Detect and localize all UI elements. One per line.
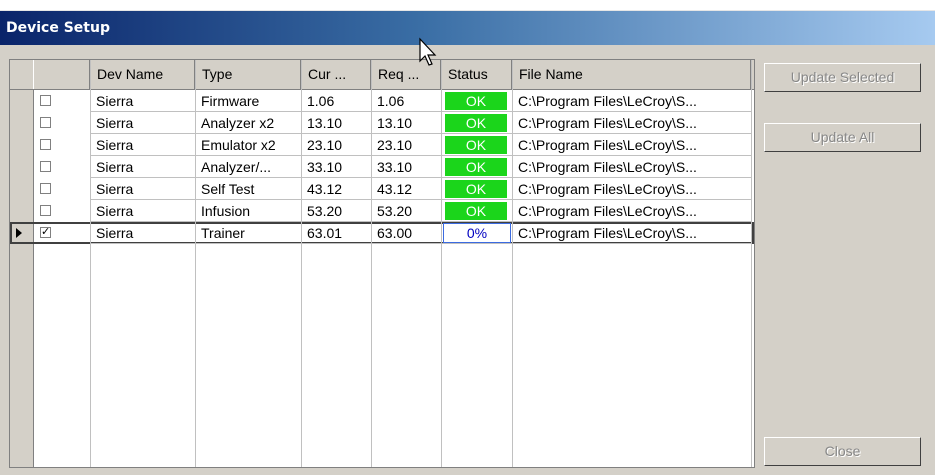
cell-dev-name: Sierra <box>90 134 195 156</box>
cell-dev-name: Sierra <box>90 90 195 112</box>
cell-file: C:\Program Files\LeCroy\S... <box>512 112 751 134</box>
cell-type: Infusion <box>195 200 301 222</box>
cell-req: 33.10 <box>371 156 441 178</box>
header-file-name[interactable]: File Name <box>512 60 751 89</box>
cell-type: Analyzer x2 <box>195 112 301 134</box>
header-dev-name[interactable]: Dev Name <box>90 60 195 89</box>
cell-cur: 33.10 <box>301 156 371 178</box>
cell-file: C:\Program Files\LeCroy\S... <box>512 90 751 112</box>
mouse-cursor-icon <box>419 37 437 66</box>
header-cur[interactable]: Cur ... <box>301 60 371 89</box>
cell-file: C:\Program Files\LeCroy\S... <box>512 156 751 178</box>
update-selected-button[interactable]: Update Selected <box>764 63 921 92</box>
row-checkbox[interactable] <box>40 117 51 128</box>
window-title: Device Setup <box>6 20 110 36</box>
cell-dev-name: Sierra <box>90 112 195 134</box>
cell-dev-name: Sierra <box>90 200 195 222</box>
status-cell: 0% <box>441 222 512 244</box>
cell-dev-name: Sierra <box>90 178 195 200</box>
cell-cur: 13.10 <box>301 112 371 134</box>
cell-cur: 53.20 <box>301 200 371 222</box>
cell-file: C:\Program Files\LeCroy\S... <box>512 178 751 200</box>
status-cell: OK <box>441 112 512 134</box>
cell-req: 1.06 <box>371 90 441 112</box>
table-row[interactable]: ✓ Sierra Trainer 63.01 63.00 0% C:\Program Fil… <box>10 222 754 244</box>
current-row-pointer-icon <box>16 228 22 238</box>
status-badge: OK <box>445 114 507 132</box>
device-table[interactable]: Dev Name Type Cur ... Req ... Status File Nam… <box>9 59 755 468</box>
table-row[interactable]: Sierra Firmware 1.06 1.06 OK C:\Program Files… <box>10 90 754 112</box>
status-badge: OK <box>445 158 507 176</box>
row-checkbox[interactable] <box>40 161 51 172</box>
status-cell: OK <box>441 90 512 112</box>
header-checkbox-column[interactable] <box>33 60 90 89</box>
device-setup-window: Device Setup Dev Name Type Cur ... Req ... S… <box>0 10 935 475</box>
status-badge: OK <box>445 180 507 198</box>
cell-req: 13.10 <box>371 112 441 134</box>
table-row[interactable]: Sierra Analyzer/... 33.10 33.10 OK C:\Program… <box>10 156 754 178</box>
table-row[interactable]: Sierra Infusion 53.20 53.20 OK C:\Program Fil… <box>10 200 754 222</box>
cell-cur: 43.12 <box>301 178 371 200</box>
cell-file: C:\Program Files\LeCroy\S... <box>512 222 751 244</box>
status-cell: OK <box>441 178 512 200</box>
cell-cur: 1.06 <box>301 90 371 112</box>
row-checkbox[interactable]: ✓ <box>40 227 51 238</box>
row-checkbox[interactable] <box>40 183 51 194</box>
status-badge: OK <box>445 202 507 220</box>
header-type[interactable]: Type <box>195 60 301 89</box>
table-row[interactable]: Sierra Analyzer x2 13.10 13.10 OK C:\Program … <box>10 112 754 134</box>
table-row[interactable]: Sierra Self Test 43.12 43.12 OK C:\Program Fi… <box>10 178 754 200</box>
status-cell: OK <box>441 134 512 156</box>
close-button[interactable]: Close <box>764 437 921 466</box>
status-badge: OK <box>445 92 507 110</box>
row-checkbox[interactable] <box>40 139 51 150</box>
title-bar[interactable]: Device Setup <box>0 11 935 45</box>
cell-file: C:\Program Files\LeCroy\S... <box>512 134 751 156</box>
header-status[interactable]: Status <box>441 60 512 89</box>
cell-type: Self Test <box>195 178 301 200</box>
status-cell: OK <box>441 156 512 178</box>
status-badge: 0% <box>443 223 511 243</box>
row-checkbox[interactable] <box>40 205 51 216</box>
cell-file: C:\Program Files\LeCroy\S... <box>512 200 751 222</box>
cell-type: Analyzer/... <box>195 156 301 178</box>
cell-type: Emulator x2 <box>195 134 301 156</box>
cell-req: 23.10 <box>371 134 441 156</box>
cell-dev-name: Sierra <box>90 222 195 244</box>
cell-cur: 63.01 <box>301 222 371 244</box>
cell-type: Firmware <box>195 90 301 112</box>
cell-req: 63.00 <box>371 222 441 244</box>
cell-type: Trainer <box>195 222 301 244</box>
update-all-button[interactable]: Update All <box>764 123 921 152</box>
cell-cur: 23.10 <box>301 134 371 156</box>
cell-req: 53.20 <box>371 200 441 222</box>
row-checkbox[interactable] <box>40 95 51 106</box>
cell-dev-name: Sierra <box>90 156 195 178</box>
table-row[interactable]: Sierra Emulator x2 23.10 23.10 OK C:\Program … <box>10 134 754 156</box>
status-cell: OK <box>441 200 512 222</box>
status-badge: OK <box>445 136 507 154</box>
cell-req: 43.12 <box>371 178 441 200</box>
